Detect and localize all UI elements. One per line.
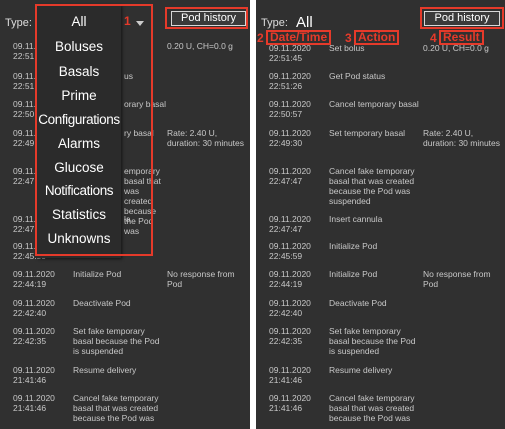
row-action: Cancel fake temporary basal that was cre… (329, 166, 415, 206)
row-action: Deactivate Pod (329, 298, 387, 308)
row-time: 22:42:40 (269, 308, 303, 318)
pod-history-highlight (165, 7, 248, 29)
row-time: 21:41:46 (269, 403, 303, 413)
row-action: Cancel temporary basal (329, 99, 419, 109)
row-time: 22:42:35 (13, 336, 47, 346)
row-date: 09.11.2020 (269, 99, 311, 109)
row-result: No response from Pod (423, 269, 491, 289)
row-date: 09.11.2020 (269, 43, 311, 53)
row-action: Resume delivery (73, 365, 137, 375)
row-time: 22:47:47 (269, 176, 303, 186)
row-time: 21:41:46 (13, 375, 47, 385)
row-date: 09.11.2020 (269, 128, 311, 138)
row-action: Set bolus (329, 43, 365, 53)
row-date: 09.11.2020 (269, 241, 311, 251)
row-action: Set fake temporary basal because the Pod… (329, 326, 416, 356)
row-action: Cancel fake temporary basal that was cre… (329, 393, 415, 423)
row-time: 22:44:19 (269, 279, 303, 289)
row-date: 09.11.2020 (13, 393, 55, 403)
row-date: 09.11.2020 (13, 298, 55, 308)
row-action: Get Pod status (329, 71, 386, 81)
annotation-number: 2 (257, 31, 264, 45)
row-result: Rate: 2.40 U, duration: 30 minutes (423, 128, 501, 148)
row-date: 09.11.2020 (269, 269, 311, 279)
row-action: Insert cannula (329, 214, 383, 224)
row-action: Set temporary basal (329, 128, 406, 138)
row-time: 22:49:30 (269, 138, 303, 148)
row-time: 22:50:57 (269, 109, 303, 119)
row-time: 22:42:35 (269, 336, 303, 346)
pod-history-highlight (420, 7, 504, 29)
right-screen: Type: All Pod history 2 Date/Time 3 Acti… (256, 0, 505, 429)
row-action: Cancel fake temporary basal that was cre… (73, 393, 159, 423)
row-action: Deactivate Pod (73, 298, 131, 308)
row-result: 0.20 U, CH=0.0 g (167, 41, 233, 51)
row-result: Rate: 2.40 U, duration: 30 minutes (167, 128, 245, 148)
type-label: Type: (261, 17, 288, 29)
row-time: 21:41:46 (269, 375, 303, 385)
row-action: Resume delivery (329, 365, 393, 375)
row-time: 22:47:47 (269, 224, 303, 234)
row-action: Initialize Pod (329, 241, 378, 251)
row-time: 22:45:59 (269, 251, 303, 261)
type-label: Type: (5, 17, 32, 29)
row-time: 21:41:46 (13, 403, 47, 413)
row-date: 09.11.2020 (13, 365, 55, 375)
row-date: 09.11.2020 (269, 365, 311, 375)
row-date: 09.11.2020 (269, 214, 311, 224)
row-result: No response from Pod (167, 269, 235, 289)
row-date: 09.11.2020 (269, 393, 311, 403)
dropdown-highlight (35, 4, 153, 256)
row-date: 09.11.2020 (13, 269, 55, 279)
type-selector[interactable]: All (296, 14, 313, 31)
row-action: Initialize Pod (73, 269, 122, 279)
row-date: 09.11.2020 (13, 326, 55, 336)
row-date: 09.11.2020 (269, 166, 311, 176)
row-date: 09.11.2020 (269, 298, 311, 308)
row-time: 22:42:40 (13, 308, 47, 318)
row-result: 0.20 U, CH=0.0 g (423, 43, 489, 53)
left-screen: Type: Pod history 1 09.11.2 22:51:4 0.20 … (0, 0, 250, 429)
row-time: 22:44:19 (13, 279, 47, 289)
row-time: 22:51:26 (269, 81, 303, 91)
row-time: 22:51:45 (269, 53, 303, 63)
row-date: 09.11.2020 (269, 71, 311, 81)
row-action: Set fake temporary basal because the Pod… (73, 326, 160, 356)
row-action: Initialize Pod (329, 269, 378, 279)
row-date: 09.11.2020 (269, 326, 311, 336)
